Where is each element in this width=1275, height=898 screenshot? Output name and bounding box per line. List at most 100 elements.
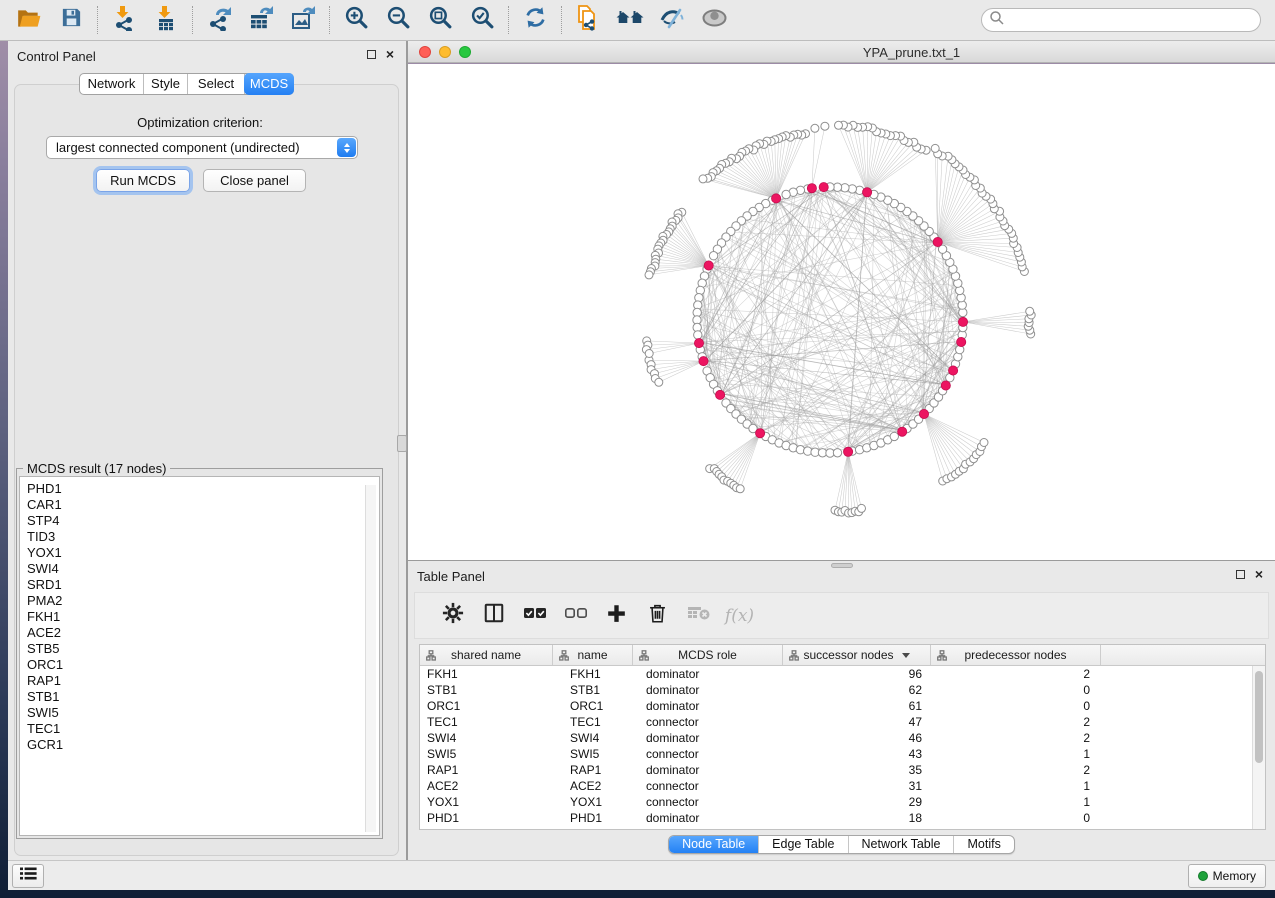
mcds-result-item[interactable]: STP4 bbox=[27, 513, 379, 529]
search-input[interactable] bbox=[1005, 10, 1260, 30]
run-mcds-button[interactable]: Run MCDS bbox=[96, 169, 190, 192]
hide-graphics-details-button[interactable] bbox=[651, 3, 693, 37]
delete-table-button[interactable] bbox=[678, 598, 719, 634]
column-header-successor-nodes[interactable]: successor nodes bbox=[783, 645, 931, 665]
close-panel-icon[interactable]: × bbox=[1255, 569, 1263, 579]
mcds-hub-node[interactable] bbox=[699, 357, 708, 366]
mcds-result-item[interactable]: STB1 bbox=[27, 689, 379, 705]
zoom-fit-button[interactable] bbox=[419, 3, 461, 37]
mcds-hub-node[interactable] bbox=[958, 317, 967, 326]
create-column-button[interactable] bbox=[596, 598, 637, 634]
mcds-result-item[interactable]: FKH1 bbox=[27, 609, 379, 625]
mcds-hub-node[interactable] bbox=[694, 339, 703, 348]
mcds-hub-node[interactable] bbox=[756, 429, 765, 438]
mcds-hub-node[interactable] bbox=[933, 237, 942, 246]
column-visibility-button[interactable] bbox=[473, 598, 514, 634]
mcds-result-item[interactable]: PHD1 bbox=[27, 481, 379, 497]
network-node[interactable] bbox=[694, 331, 702, 339]
zoom-in-button[interactable] bbox=[335, 3, 377, 37]
import-network-button[interactable] bbox=[103, 3, 145, 37]
network-node[interactable] bbox=[821, 122, 829, 130]
network-node[interactable] bbox=[736, 485, 744, 493]
table-row[interactable]: ORC1ORC1dominator610 bbox=[420, 698, 1265, 714]
mcds-hub-node[interactable] bbox=[898, 427, 907, 436]
control-tab-style[interactable]: Style bbox=[144, 74, 188, 94]
mcds-hub-node[interactable] bbox=[957, 337, 966, 346]
zoom-out-button[interactable] bbox=[377, 3, 419, 37]
table-row[interactable]: TEC1TEC1connector472 bbox=[420, 714, 1265, 730]
network-node[interactable] bbox=[835, 121, 843, 129]
mcds-hub-node[interactable] bbox=[704, 261, 713, 270]
float-panel-icon[interactable] bbox=[367, 50, 376, 59]
export-table-button[interactable] bbox=[240, 3, 282, 37]
memory-button[interactable]: Memory bbox=[1188, 864, 1266, 888]
tab-motifs[interactable]: Motifs bbox=[953, 836, 1013, 853]
table-row[interactable]: SWI4SWI4dominator462 bbox=[420, 730, 1265, 746]
mcds-result-item[interactable]: TEC1 bbox=[27, 721, 379, 737]
mcds-hub-node[interactable] bbox=[819, 183, 828, 192]
mcds-result-item[interactable]: SRD1 bbox=[27, 577, 379, 593]
table-scrollbar[interactable] bbox=[1252, 666, 1265, 829]
table-row[interactable]: YOX1YOX1connector291 bbox=[420, 794, 1265, 810]
network-node[interactable] bbox=[811, 124, 819, 132]
network-node[interactable] bbox=[890, 432, 898, 440]
mcds-hub-node[interactable] bbox=[807, 184, 816, 193]
result-scrollbar[interactable] bbox=[365, 485, 376, 832]
new-network-from-selection-button[interactable] bbox=[567, 3, 609, 37]
table-settings-button[interactable] bbox=[432, 598, 473, 634]
birds-eye-view-button[interactable] bbox=[693, 3, 735, 37]
column-header-shared-name[interactable]: shared name bbox=[420, 645, 553, 665]
mcds-result-item[interactable]: SWI4 bbox=[27, 561, 379, 577]
mcds-result-item[interactable]: ORC1 bbox=[27, 657, 379, 673]
table-row[interactable]: ACE2ACE2connector311 bbox=[420, 778, 1265, 794]
mcds-result-item[interactable]: RAP1 bbox=[27, 673, 379, 689]
mcds-result-item[interactable]: YOX1 bbox=[27, 545, 379, 561]
export-network-button[interactable] bbox=[198, 3, 240, 37]
network-window-titlebar[interactable]: YPA_prune.txt_1 bbox=[408, 41, 1275, 63]
network-node[interactable] bbox=[833, 449, 841, 457]
close-panel-icon[interactable]: × bbox=[386, 49, 394, 59]
zoom-selected-button[interactable] bbox=[461, 3, 503, 37]
network-node[interactable] bbox=[699, 175, 707, 183]
criterion-dropdown[interactable]: largest connected component (undirected) bbox=[46, 136, 358, 159]
mcds-result-item[interactable]: SWI5 bbox=[27, 705, 379, 721]
mcds-hub-node[interactable] bbox=[949, 366, 958, 375]
network-node[interactable] bbox=[1026, 307, 1034, 315]
column-header-MCDS-role[interactable]: MCDS role bbox=[633, 645, 783, 665]
network-node[interactable] bbox=[931, 144, 939, 152]
task-history-button[interactable] bbox=[12, 864, 44, 888]
tab-edge-table[interactable]: Edge Table bbox=[758, 836, 847, 853]
column-header-name[interactable]: name bbox=[553, 645, 633, 665]
mcds-result-item[interactable]: CAR1 bbox=[27, 497, 379, 513]
table-row[interactable]: SWI5SWI5connector431 bbox=[420, 746, 1265, 762]
network-node[interactable] bbox=[980, 439, 988, 447]
network-node[interactable] bbox=[645, 350, 653, 358]
table-row[interactable]: RAP1RAP1dominator352 bbox=[420, 762, 1265, 778]
mcds-result-item[interactable]: STB5 bbox=[27, 641, 379, 657]
mcds-result-item[interactable]: ACE2 bbox=[27, 625, 379, 641]
splitter-grip[interactable] bbox=[397, 435, 407, 452]
open-session-button[interactable] bbox=[8, 3, 50, 37]
import-table-button[interactable] bbox=[145, 3, 187, 37]
mcds-hub-node[interactable] bbox=[941, 381, 950, 390]
function-builder-button[interactable]: f(x) bbox=[719, 598, 760, 634]
mcds-result-item[interactable]: GCR1 bbox=[27, 737, 379, 753]
table-row[interactable]: STB1STB1dominator620 bbox=[420, 682, 1265, 698]
network-node[interactable] bbox=[709, 252, 717, 260]
float-panel-icon[interactable] bbox=[1236, 570, 1245, 579]
table-row[interactable]: PHD1PHD1dominator180 bbox=[420, 810, 1265, 826]
column-header-predecessor-nodes[interactable]: predecessor nodes bbox=[931, 645, 1101, 665]
table-row[interactable]: FKH1FKH1dominator962 bbox=[420, 666, 1265, 682]
tab-node-table[interactable]: Node Table bbox=[669, 836, 758, 853]
mcds-result-item[interactable]: PMA2 bbox=[27, 593, 379, 609]
control-tab-select[interactable]: Select bbox=[188, 74, 245, 94]
mcds-hub-node[interactable] bbox=[844, 447, 853, 456]
mcds-hub-node[interactable] bbox=[863, 188, 872, 197]
control-tab-mcds[interactable]: MCDS bbox=[244, 73, 294, 95]
refresh-layout-button[interactable] bbox=[514, 3, 556, 37]
close-panel-button[interactable]: Close panel bbox=[203, 169, 306, 192]
network-node[interactable] bbox=[782, 190, 790, 198]
tab-network-table[interactable]: Network Table bbox=[848, 836, 954, 853]
network-node[interactable] bbox=[858, 504, 866, 512]
network-canvas[interactable] bbox=[408, 64, 1275, 560]
